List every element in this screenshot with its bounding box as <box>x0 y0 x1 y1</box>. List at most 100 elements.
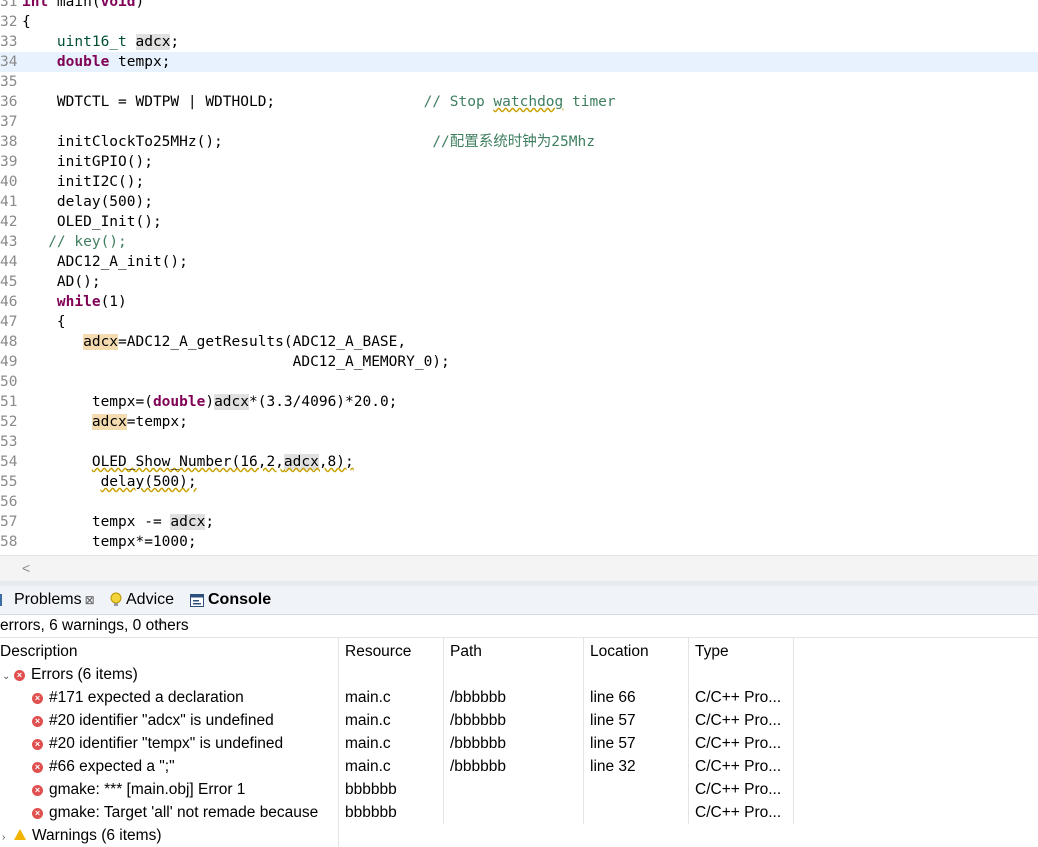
tab-advice[interactable]: Advice <box>110 586 174 614</box>
code-token: adcx <box>214 394 249 410</box>
code-text: OLED_Init(); <box>22 212 162 232</box>
code-token: initClockTo25MHz(); <box>22 134 433 150</box>
code-token: watchdog <box>493 94 564 110</box>
errors-group-row[interactable]: ⌄ × Errors (6 items) <box>0 663 1038 686</box>
table-row[interactable]: × #20 identifier "tempx" is undefined main… <box>0 732 1038 755</box>
code-line[interactable]: 31 int main(void) <box>0 0 1038 12</box>
column-header-location[interactable]: Location <box>584 638 689 666</box>
table-cell-resource: main.c <box>339 732 444 755</box>
code-line[interactable]: 43 // key(); <box>0 232 1038 252</box>
table-row[interactable]: × gmake: Target 'all' not remade because b… <box>0 801 1038 824</box>
code-line[interactable]: 50 <box>0 372 1038 392</box>
table-row[interactable]: × #171 expected a declaration main.c/bbbbb… <box>0 686 1038 709</box>
cell-text: /bbbbbb <box>450 735 507 752</box>
code-line[interactable]: 38 initClockTo25MHz(); //配置系统时钟为25Mhz <box>0 132 1038 152</box>
code-token: timer <box>563 94 616 110</box>
code-line[interactable]: 58 tempx*=1000; <box>0 532 1038 552</box>
line-number: 43 <box>0 234 18 250</box>
code-line[interactable]: 34 double tempx; <box>0 52 1038 72</box>
table-cell-resource: bbbbbb <box>339 778 444 801</box>
cell-text: line 32 <box>590 758 636 775</box>
editor-horizontal-scrollbar[interactable]: < <box>0 555 1038 582</box>
code-line[interactable]: 33 uint16_t adcx; <box>0 32 1038 52</box>
code-line[interactable]: 55 delay(500); <box>0 472 1038 492</box>
table-row[interactable]: × #66 expected a ";" main.c/bbbbbb line 32 C… <box>0 755 1038 778</box>
table-row[interactable]: × gmake: *** [main.obj] Error 1 bbbbbb C/C+… <box>0 778 1038 801</box>
collapse-twisty-icon[interactable]: › <box>2 826 14 847</box>
code-line[interactable]: 48 adcx=ADC12_A_getResults(ADC12_A_BASE, <box>0 332 1038 352</box>
cell-text: /bbbbbb <box>450 758 507 775</box>
column-header-type[interactable]: Type <box>689 638 794 666</box>
code-line[interactable]: 41 delay(500); <box>0 192 1038 212</box>
code-line[interactable]: 54 OLED_Show_Number(16,2,adcx,8); <box>0 452 1038 472</box>
cell-text: line 66 <box>590 689 636 706</box>
code-token: ) <box>205 394 215 410</box>
code-token: adcx <box>135 34 171 50</box>
table-cell-desc: × #20 identifier "tempx" is undefined <box>0 732 339 755</box>
expand-twisty-icon[interactable]: ⌄ <box>2 665 14 686</box>
line-number: 38 <box>0 134 18 150</box>
code-text: double tempx; <box>22 52 171 72</box>
code-line[interactable]: 47 { <box>0 312 1038 332</box>
sort-caret-icon[interactable]: ^ <box>158 613 164 635</box>
table-cell-resource: main.c <box>339 709 444 732</box>
table-cell-desc: × gmake: Target 'all' not remade because <box>0 801 339 824</box>
code-line[interactable]: 32{ <box>0 12 1038 32</box>
problems-summary: errors, 6 warnings, 0 others ^ <box>0 615 1038 637</box>
table-cell-desc: × #171 expected a declaration <box>0 686 339 709</box>
code-editor[interactable]: 31 int main(void) 32{33 uint16_t adcx; 34 d… <box>0 0 1038 555</box>
code-line[interactable]: 45 AD(); <box>0 272 1038 292</box>
code-text: tempx -= adcx; <box>22 512 214 532</box>
table-cell-path: /bbbbbb <box>444 755 584 778</box>
tab-problems[interactable]: Problems ⊠ <box>0 586 95 614</box>
table-cell-type: C/C++ Pro... <box>689 801 794 824</box>
cell-text: /bbbbbb <box>450 689 507 706</box>
warnings-group-row[interactable]: › Warnings (6 items) <box>0 824 1038 847</box>
close-icon[interactable]: ⊠ <box>85 593 95 607</box>
cell-text: #171 expected a declaration <box>49 689 244 706</box>
code-line[interactable]: 46 while(1) <box>0 292 1038 312</box>
table-row[interactable]: × #20 identifier "adcx" is undefined main.… <box>0 709 1038 732</box>
code-line[interactable]: 51 tempx=(double)adcx*(3.3/4096)*20.0; <box>0 392 1038 412</box>
code-text: { <box>22 312 66 332</box>
cell-text: main.c <box>345 758 391 775</box>
code-line[interactable]: 39 initGPIO(); <box>0 152 1038 172</box>
column-header-path[interactable]: Path <box>444 638 584 666</box>
line-number: 54 <box>0 454 18 470</box>
code-line[interactable]: 37 <box>0 112 1038 132</box>
error-icon: × <box>32 785 43 796</box>
line-number: 33 <box>0 34 18 50</box>
code-line[interactable]: 35 <box>0 72 1038 92</box>
column-header-resource[interactable]: Resource <box>339 638 444 666</box>
tab-advice-label: Advice <box>126 591 175 608</box>
code-line[interactable]: 56 <box>0 492 1038 512</box>
code-line[interactable]: 42 OLED_Init(); <box>0 212 1038 232</box>
code-line[interactable]: 40 initI2C(); <box>0 172 1038 192</box>
code-line[interactable]: 36 WDTCTL = WDTPW | WDTHOLD; // Stop wat… <box>0 92 1038 112</box>
cell-text: bbbbbb <box>345 781 397 798</box>
code-token: // Stop <box>423 94 494 110</box>
line-number: 31 <box>0 0 18 10</box>
code-line[interactable]: 57 tempx -= adcx; <box>0 512 1038 532</box>
scroll-left-arrow-icon[interactable]: < <box>22 560 30 576</box>
code-line[interactable]: 44 ADC12_A_init(); <box>0 252 1038 272</box>
code-line[interactable]: 52 adcx=tempx; <box>0 412 1038 432</box>
code-text: ADC12_A_MEMORY_0); <box>22 352 450 372</box>
table-cell-location <box>584 778 689 801</box>
code-line[interactable]: 53 <box>0 432 1038 452</box>
code-token: ) <box>135 0 145 10</box>
tab-console[interactable]: Console <box>190 586 271 614</box>
code-text: uint16_t adcx; <box>22 32 179 52</box>
cell-text: main.c <box>345 712 391 729</box>
code-line[interactable]: 49 ADC12_A_MEMORY_0); <box>0 352 1038 372</box>
code-text: while(1) <box>22 292 127 312</box>
column-header-description[interactable]: Description <box>0 638 339 666</box>
code-token: =tempx; <box>126 414 188 430</box>
code-text: tempx*=1000; <box>22 532 197 552</box>
